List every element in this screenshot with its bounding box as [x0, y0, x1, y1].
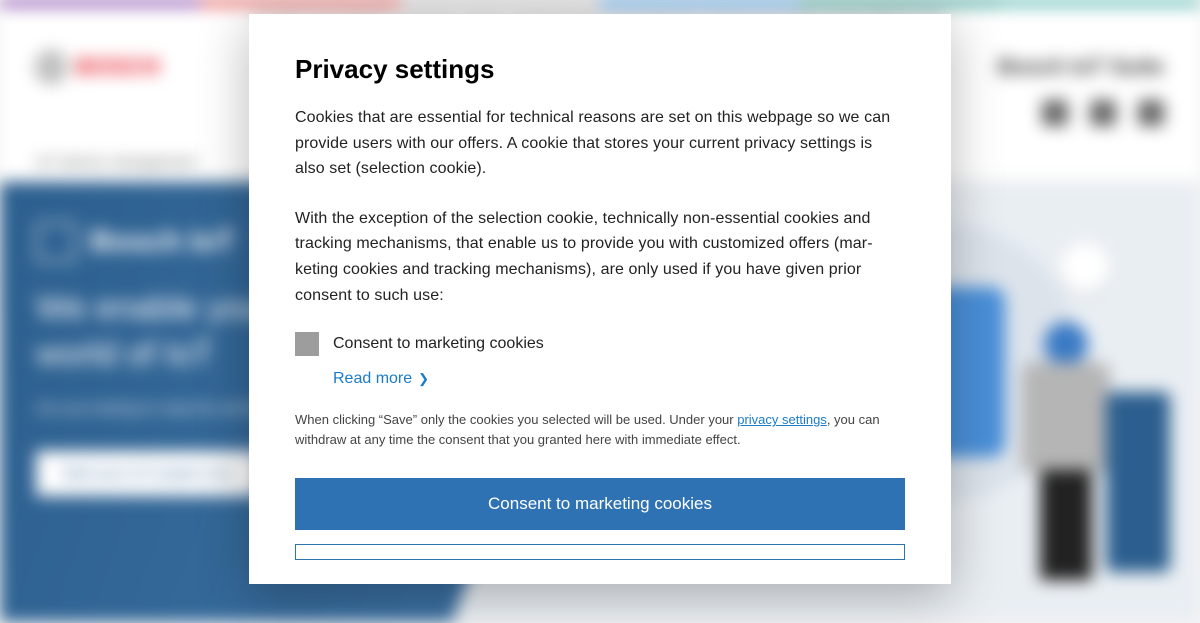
save-button[interactable]: [295, 544, 905, 560]
privacy-settings-link[interactable]: privacy settings: [737, 412, 827, 427]
bubble-icon: [1060, 242, 1110, 292]
read-more-label: Read more: [333, 370, 412, 388]
search-icon[interactable]: [1138, 100, 1164, 126]
modal-paragraph-1: Cookies that are essential for technical…: [295, 105, 905, 182]
brand-stripe: [0, 0, 1200, 6]
product-name: Bosch IoT Suite: [998, 54, 1164, 80]
fine-print: When clicking “Save” only the cookies yo…: [295, 410, 905, 450]
cart-icon[interactable]: [1042, 100, 1068, 126]
modal-paragraph-2: With the exception of the selection cook…: [295, 206, 905, 308]
hero-product-icon: [36, 222, 76, 262]
bosch-logo[interactable]: BOSCH: [36, 52, 160, 82]
hero-brand: Bosch IoT: [90, 225, 235, 258]
consent-marketing-row: Consent to marketing cookies: [295, 332, 905, 356]
privacy-settings-modal: Privacy settings Cookies that are essent…: [249, 14, 951, 584]
bosch-logo-icon: [36, 52, 66, 82]
hero-cta-button[interactable]: Start your IoT project now: [36, 451, 259, 496]
globe-icon[interactable]: [1090, 100, 1116, 126]
consent-marketing-label: Consent to marketing cookies: [333, 335, 544, 353]
read-more-link[interactable]: Read more ❯: [333, 370, 429, 388]
person-icon: [1022, 322, 1110, 580]
chevron-right-icon: ❯: [418, 371, 429, 387]
modal-title: Privacy settings: [295, 54, 905, 85]
consent-marketing-checkbox[interactable]: [295, 332, 319, 356]
bosch-logo-text: BOSCH: [76, 54, 160, 80]
consent-all-button[interactable]: Consent to marketing cookies: [295, 478, 905, 530]
panel-icon: [1106, 392, 1170, 572]
